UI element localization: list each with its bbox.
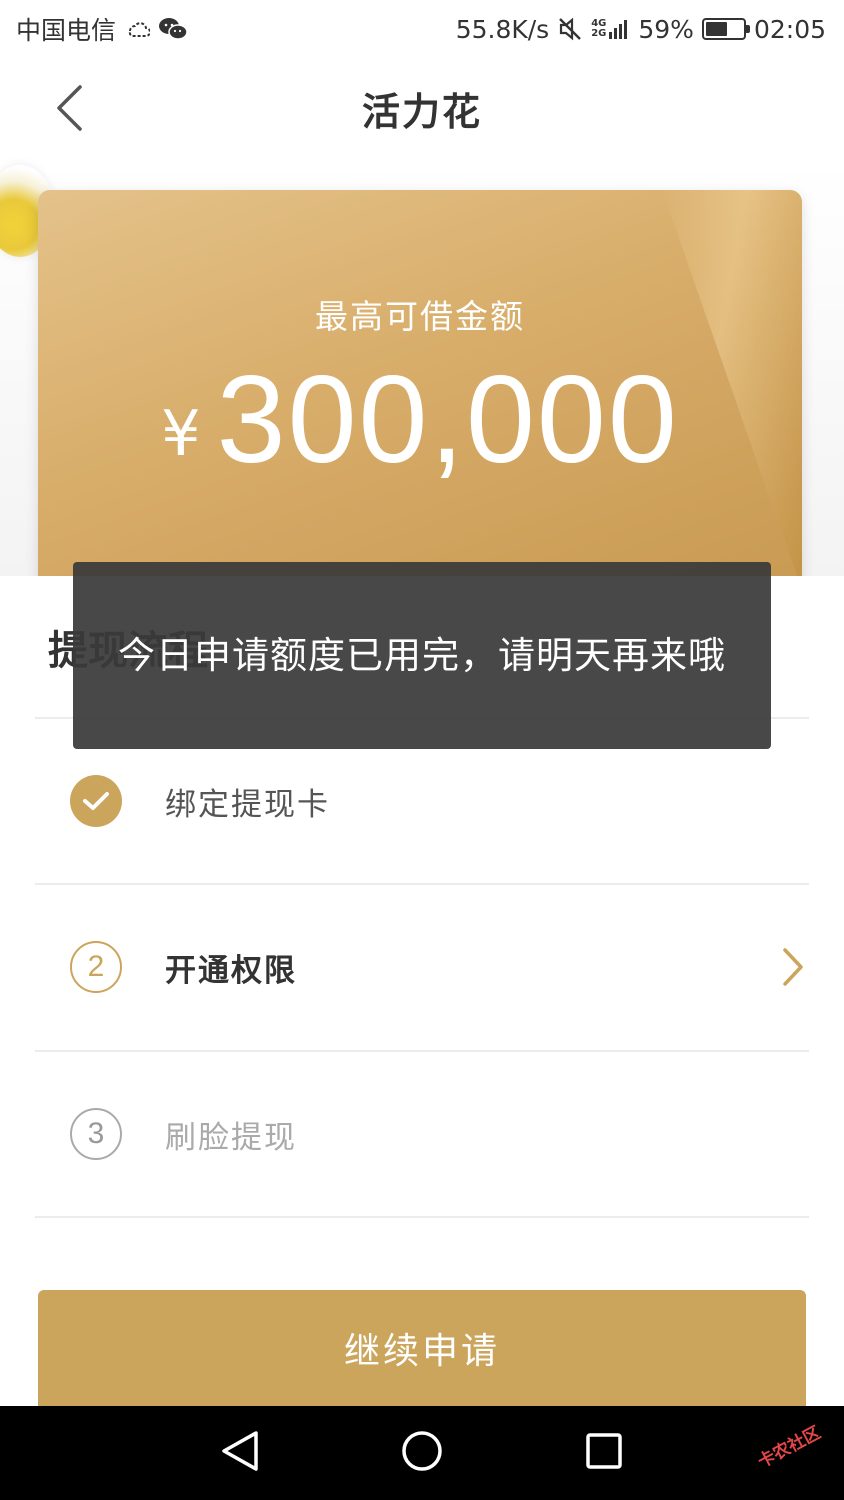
- page-title: 活力花: [361, 89, 482, 134]
- chevron-right-icon: [783, 948, 803, 986]
- status-time: 02:05: [753, 14, 826, 44]
- chevron-left-icon: [57, 85, 82, 131]
- battery-level: [705, 22, 728, 36]
- credit-limit-amount: 300,000: [216, 351, 679, 489]
- wechat-icon: [158, 16, 188, 42]
- step-number-badge: 3: [70, 1108, 122, 1160]
- back-triangle-icon[interactable]: [220, 1429, 260, 1477]
- credit-limit-label: 最高可借金额: [315, 297, 525, 336]
- credit-limit-amount-row: ¥ 300,000: [38, 358, 802, 482]
- weather-icon: [124, 16, 151, 42]
- currency-symbol: ¥: [161, 397, 201, 470]
- home-circle-icon[interactable]: [400, 1429, 444, 1477]
- recents-square-icon[interactable]: [584, 1431, 624, 1475]
- nav-bar: 活力花: [0, 58, 844, 158]
- mute-icon: [557, 16, 583, 42]
- carrier-name: 中国电信: [16, 16, 117, 45]
- toast-message: 今日申请额度已用完，请明天再来哦: [73, 562, 771, 749]
- credit-limit-card: 最高可借金额 ¥ 300,000: [38, 190, 802, 590]
- step-number-badge: 2: [70, 941, 122, 993]
- network-speed: 55.8K/s: [455, 14, 550, 44]
- back-button[interactable]: [44, 80, 94, 136]
- continue-apply-button[interactable]: 继续申请: [38, 1290, 806, 1406]
- step-face-withdraw: 3 刷脸提现: [35, 1052, 809, 1216]
- step-label: 刷脸提现: [165, 1119, 297, 1156]
- step-open-permission[interactable]: 2 开通权限: [35, 885, 809, 1049]
- signal-bottom-label: 2G: [591, 28, 607, 39]
- step-completed-badge: [70, 775, 122, 827]
- status-left: 中国电信: [16, 11, 188, 47]
- toast-text: 今日申请额度已用完，请明天再来哦: [118, 633, 726, 677]
- battery-percent: 59%: [638, 14, 694, 44]
- step-label: 开通权限: [165, 952, 297, 989]
- divider: [35, 1216, 809, 1218]
- battery-icon: [701, 18, 750, 40]
- system-nav-bar: [0, 1406, 844, 1500]
- status-right: 55.8K/s 4G 2G 59% 02:05: [456, 15, 826, 44]
- check-icon: [83, 792, 109, 810]
- step-label: 绑定提现卡: [165, 786, 330, 823]
- watermark-text: 卡农社区: [754, 1422, 824, 1472]
- signal-icon: 4G 2G: [591, 18, 630, 40]
- status-bar: 中国电信 55.8K/s 4G 2G 59% 02:05: [0, 0, 844, 58]
